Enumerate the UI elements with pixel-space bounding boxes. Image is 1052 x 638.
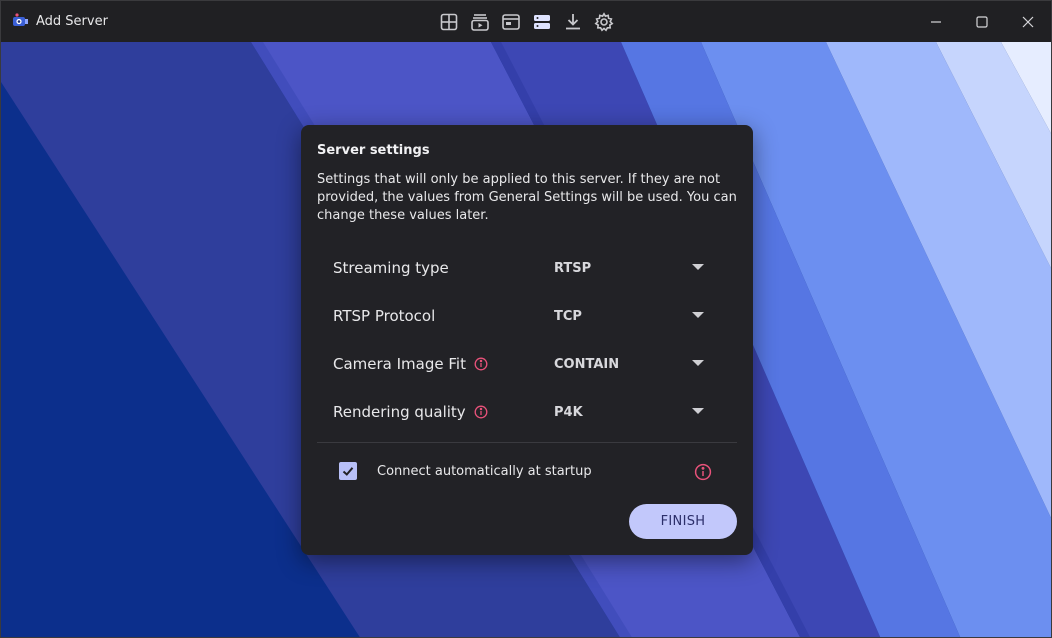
minimize-button[interactable]: [913, 1, 959, 42]
server-button[interactable]: [530, 11, 553, 33]
checkmark-icon: [342, 467, 354, 476]
close-button[interactable]: [1005, 1, 1051, 42]
select-value: RTSP: [554, 260, 592, 276]
select-value: TCP: [554, 308, 582, 324]
server-icon: [533, 15, 550, 29]
setting-row-rtsp-protocol: RTSP Protocol TCP: [333, 298, 713, 334]
minimize-icon: [931, 20, 941, 23]
download-button[interactable]: [561, 11, 584, 33]
grid-icon: [440, 13, 457, 31]
grid-button[interactable]: [437, 11, 460, 33]
window-view-button[interactable]: [499, 11, 522, 33]
setting-label: Streaming type: [333, 259, 449, 277]
streaming-type-select[interactable]: RTSP: [554, 250, 714, 286]
playlist-icon: [470, 14, 489, 31]
maximize-icon: [976, 15, 988, 28]
auto-connect-row: Connect automatically at startup: [339, 460, 719, 482]
gear-icon: [594, 12, 613, 32]
window-icon: [501, 14, 520, 30]
window-controls: [913, 1, 1051, 42]
select-value: CONTAIN: [554, 356, 620, 372]
select-value: P4K: [554, 404, 583, 420]
setting-label: Camera Image Fit: [333, 355, 488, 373]
setting-row-rendering-quality: Rendering quality P4K: [333, 394, 713, 430]
info-icon[interactable]: [694, 463, 712, 481]
divider: [317, 442, 737, 443]
setting-row-camera-image-fit: Camera Image Fit CONTAIN: [333, 346, 713, 382]
info-icon[interactable]: [474, 357, 488, 371]
caret-down-icon: [692, 264, 704, 270]
server-settings-dialog: Server settings Settings that will only …: [301, 125, 753, 555]
app-window: Add Server Server settings Settings that…: [0, 0, 1052, 638]
caret-down-icon: [692, 312, 704, 318]
setting-label: RTSP Protocol: [333, 307, 436, 325]
maximize-button[interactable]: [959, 1, 1005, 42]
window-title: Add Server: [36, 14, 108, 29]
caret-down-icon: [692, 360, 704, 366]
dialog-description: Settings that will only be applied to th…: [317, 172, 737, 223]
auto-connect-checkbox[interactable]: [339, 462, 357, 480]
camera-image-fit-select[interactable]: CONTAIN: [554, 346, 714, 382]
rtsp-protocol-select[interactable]: TCP: [554, 298, 714, 334]
dialog-title: Server settings: [317, 143, 430, 158]
setting-row-streaming-type: Streaming type RTSP: [333, 250, 713, 286]
auto-connect-label: Connect automatically at startup: [377, 463, 592, 479]
download-icon: [565, 14, 580, 30]
caret-down-icon: [692, 408, 704, 414]
setting-label: Rendering quality: [333, 403, 488, 421]
app-icon: [11, 12, 29, 30]
finish-button[interactable]: FINISH: [629, 504, 737, 539]
info-icon[interactable]: [474, 405, 488, 419]
rendering-quality-select[interactable]: P4K: [554, 394, 714, 430]
playlist-button[interactable]: [468, 11, 491, 33]
settings-button[interactable]: [592, 11, 615, 33]
toolbar: [437, 11, 615, 33]
close-icon: [1022, 16, 1034, 27]
title-bar: Add Server: [1, 1, 1051, 42]
